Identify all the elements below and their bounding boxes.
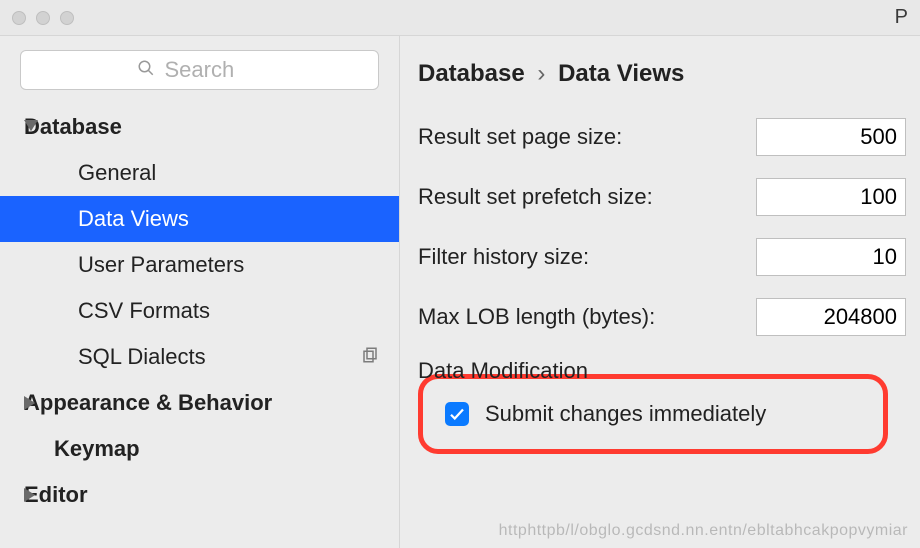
prefetch-size-input[interactable] <box>756 178 906 216</box>
sidebar-section-label: Keymap <box>54 436 399 462</box>
breadcrumb-parent: Database <box>418 60 525 87</box>
window-controls <box>12 11 74 25</box>
sidebar-section-label: Appearance & Behavior <box>24 390 399 416</box>
chevron-down-icon[interactable] <box>24 114 38 140</box>
page-size-input[interactable] <box>756 118 906 156</box>
copy-icon[interactable] <box>361 344 379 370</box>
sidebar-item-label: SQL Dialects <box>78 344 361 370</box>
search-input[interactable] <box>163 56 263 84</box>
breadcrumb-child: Data Views <box>558 60 684 87</box>
close-window-button[interactable] <box>12 11 26 25</box>
watermark-text: httphttpb/l/obglo.gcdsnd.nn.entn/ebltabh… <box>499 522 908 540</box>
sidebar-item-label: CSV Formats <box>78 298 399 324</box>
sidebar-item-user-parameters[interactable]: User Parameters <box>0 242 399 288</box>
sidebar-item-label: General <box>78 160 399 186</box>
sidebar-item-csv-formats[interactable]: CSV Formats <box>0 288 399 334</box>
settings-sidebar: Database General Data Views User Paramet… <box>0 36 400 548</box>
field-page-size: Result set page size: <box>418 118 906 156</box>
submit-changes-checkbox[interactable] <box>445 402 469 426</box>
minimize-window-button[interactable] <box>36 11 50 25</box>
sidebar-section-label: Database <box>24 114 399 140</box>
chevron-right-icon: › <box>537 60 545 87</box>
sidebar-section-appearance[interactable]: Appearance & Behavior <box>0 380 399 426</box>
settings-tree: Database General Data Views User Paramet… <box>0 104 399 518</box>
sidebar-item-general[interactable]: General <box>0 150 399 196</box>
sidebar-section-label: Editor <box>24 482 399 508</box>
submit-changes-label: Submit changes immediately <box>485 401 766 427</box>
search-field[interactable] <box>20 50 379 90</box>
sidebar-section-keymap[interactable]: Keymap <box>0 426 399 472</box>
settings-content: Database › Data Views Result set page si… <box>400 36 920 548</box>
sidebar-section-database[interactable]: Database <box>0 104 399 150</box>
field-prefetch-size: Result set prefetch size: <box>418 178 906 216</box>
max-lob-input[interactable] <box>756 298 906 336</box>
field-filter-history: Filter history size: <box>418 238 906 276</box>
window-titlebar: P <box>0 0 920 36</box>
breadcrumb: Database › Data Views <box>418 60 906 88</box>
sidebar-item-data-views[interactable]: Data Views <box>0 196 399 242</box>
field-label: Result set page size: <box>418 124 622 150</box>
field-label: Result set prefetch size: <box>418 184 653 210</box>
chevron-right-icon[interactable] <box>24 390 38 416</box>
highlight-annotation: Submit changes immediately <box>418 374 888 454</box>
window-title-fragment: P <box>895 6 908 29</box>
field-label: Filter history size: <box>418 244 589 270</box>
zoom-window-button[interactable] <box>60 11 74 25</box>
field-max-lob: Max LOB length (bytes): <box>418 298 906 336</box>
chevron-right-icon[interactable] <box>24 482 38 508</box>
sidebar-item-sql-dialects[interactable]: SQL Dialects <box>0 334 399 380</box>
search-icon <box>137 59 155 82</box>
filter-history-input[interactable] <box>756 238 906 276</box>
sidebar-item-label: Data Views <box>78 206 399 232</box>
sidebar-section-editor[interactable]: Editor <box>0 472 399 518</box>
sidebar-item-label: User Parameters <box>78 252 399 278</box>
field-label: Max LOB length (bytes): <box>418 304 655 330</box>
